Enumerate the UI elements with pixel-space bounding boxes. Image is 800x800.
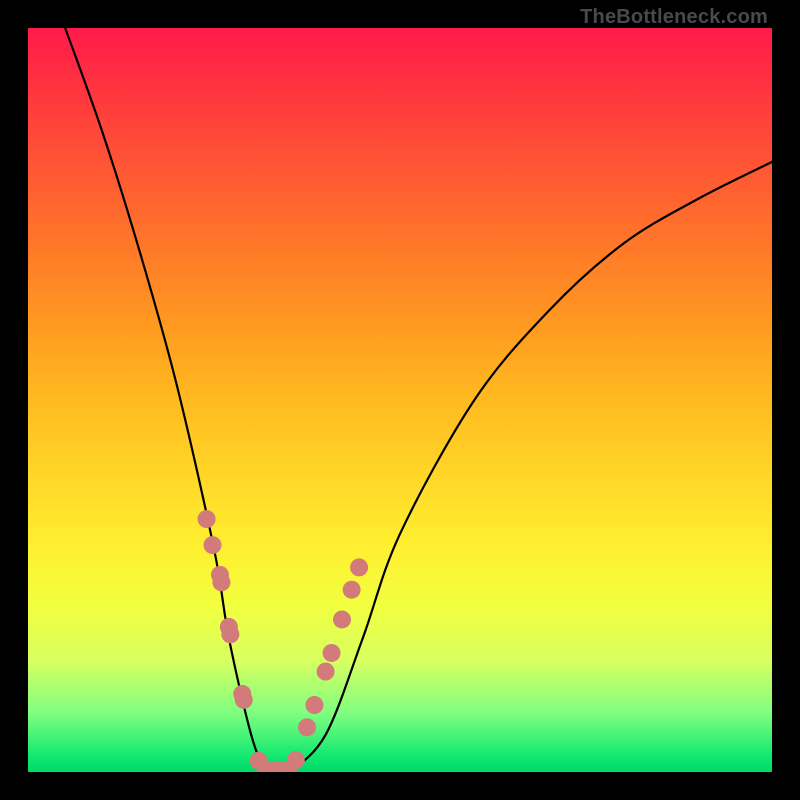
bottleneck-curve-path	[65, 28, 772, 772]
data-marker	[323, 644, 341, 662]
data-marker	[350, 558, 368, 576]
data-marker	[287, 751, 305, 769]
chart-svg	[28, 28, 772, 772]
marker-group	[198, 510, 369, 772]
data-marker	[235, 691, 253, 709]
watermark-text: TheBottleneck.com	[580, 6, 768, 29]
data-marker	[204, 536, 222, 554]
data-marker	[221, 625, 239, 643]
data-marker	[298, 718, 316, 736]
data-marker	[198, 510, 216, 528]
data-marker	[212, 573, 230, 591]
plot-area	[28, 28, 772, 772]
data-marker	[333, 610, 351, 628]
chart-frame: TheBottleneck.com	[0, 0, 800, 800]
data-marker	[305, 696, 323, 714]
data-marker	[343, 581, 361, 599]
data-marker	[317, 663, 335, 681]
